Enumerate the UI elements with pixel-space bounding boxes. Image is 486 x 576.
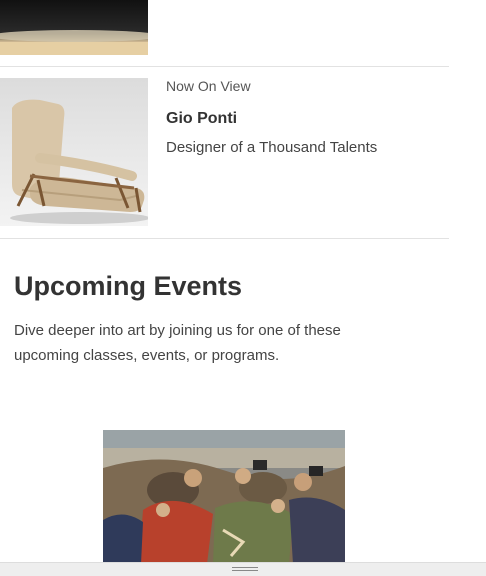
divider: [0, 66, 449, 67]
exhibit-subtitle: Designer of a Thousand Talents: [166, 139, 378, 156]
armchair-image: [10, 99, 148, 224]
handle-line: [232, 567, 258, 568]
upcoming-events-heading: Upcoming Events: [14, 271, 243, 301]
event-image[interactable]: [103, 430, 345, 564]
handle-line: [232, 570, 258, 571]
drag-handle-icon[interactable]: [232, 567, 258, 573]
exhibit-status-label: Now On View: [166, 78, 251, 94]
upcoming-events-description: Dive deeper into art by joining us for o…: [14, 322, 341, 364]
divider: [0, 238, 449, 239]
exhibit-title-link[interactable]: Gio Ponti: [166, 110, 237, 128]
sculpture-base: [0, 42, 148, 55]
exhibit-thumbnail-armchair[interactable]: [0, 78, 148, 226]
event-painting: [103, 430, 345, 564]
bottom-drawer-bar[interactable]: [0, 562, 486, 576]
exhibit-card[interactable]: Now On View Gio Ponti Designer of a Thou…: [0, 78, 449, 228]
sculpture-rim: [0, 30, 148, 42]
previous-exhibit-thumbnail[interactable]: [0, 0, 148, 55]
